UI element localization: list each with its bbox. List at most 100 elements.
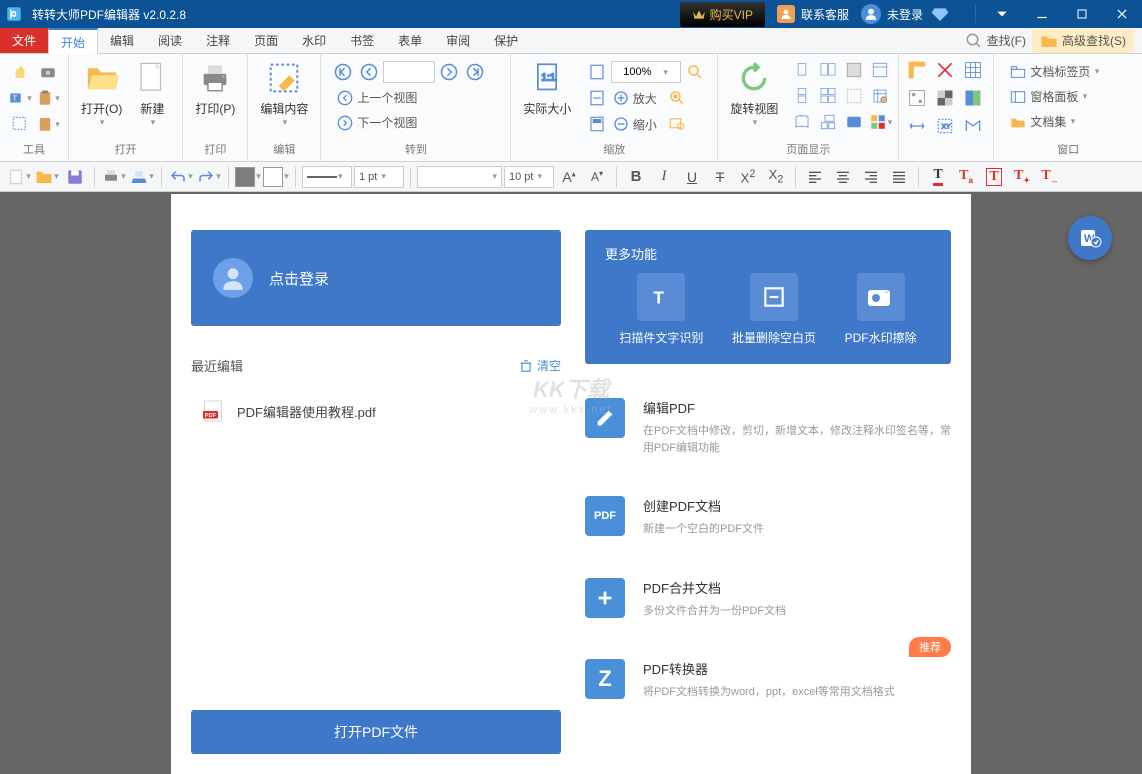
page-layout2-icon[interactable] xyxy=(868,58,892,82)
last-page-icon[interactable] xyxy=(463,60,487,84)
font-color-icon[interactable]: T xyxy=(925,165,951,189)
continuous-icon[interactable] xyxy=(790,84,814,108)
grid2-icon[interactable] xyxy=(961,58,985,82)
new-button[interactable]: 新建▾ xyxy=(128,58,176,130)
close-button[interactable] xyxy=(1102,0,1142,28)
fit-width-icon[interactable] xyxy=(585,86,609,110)
reading-mode-icon[interactable] xyxy=(790,110,814,134)
action-merge-pdf[interactable]: PDF合并文档多份文件合并为一份PDF文档 xyxy=(585,578,951,620)
actual-size-button[interactable]: 1:1 实际大小 xyxy=(517,58,577,119)
feature-blank-pages[interactable]: 批量删除空白页 xyxy=(732,273,816,346)
menu-tab-bookmark[interactable]: 书签 xyxy=(338,28,386,53)
ruler-icon[interactable] xyxy=(905,58,929,82)
menu-tab-page[interactable]: 页面 xyxy=(242,28,290,53)
rotate-view-button[interactable]: 旋转视图▾ xyxy=(724,58,784,130)
save-icon[interactable] xyxy=(62,165,88,189)
buy-vip-button[interactable]: 购买VIP xyxy=(680,2,765,27)
zoom-in-button[interactable]: 放大 xyxy=(611,87,662,110)
zoom-out-button[interactable]: 缩小 xyxy=(611,113,662,136)
marquee-zoom-icon[interactable] xyxy=(683,60,707,84)
open-folder-icon[interactable]: ▾ xyxy=(34,165,60,189)
font-family-combo[interactable]: ▾ xyxy=(417,166,502,188)
print-button[interactable]: 打印(P) xyxy=(189,58,241,119)
clipboard-icon[interactable]: ▾ xyxy=(36,86,60,110)
color-sample-icon[interactable] xyxy=(961,86,985,110)
next-view-button[interactable]: 下一个视图 xyxy=(331,111,487,134)
guides-icon[interactable] xyxy=(933,58,957,82)
print2-icon[interactable]: ▾ xyxy=(101,165,127,189)
feature-watermark[interactable]: ~ PDF水印擦除 xyxy=(845,273,917,346)
distance-tool-icon[interactable] xyxy=(905,114,929,138)
login-status-button[interactable]: 未登录 xyxy=(861,4,949,24)
align-justify-icon[interactable] xyxy=(886,165,912,189)
select-annotation-icon[interactable] xyxy=(8,112,32,136)
word-export-float-button[interactable]: W xyxy=(1068,216,1112,260)
menu-tab-annotate[interactable]: 注释 xyxy=(194,28,242,53)
minimize-button[interactable] xyxy=(1022,0,1062,28)
maximize-button[interactable] xyxy=(1062,0,1102,28)
grid-icon[interactable] xyxy=(868,84,892,108)
show-gaps-icon[interactable] xyxy=(842,84,866,108)
advanced-find-button[interactable]: 高级查找(S) xyxy=(1032,29,1134,53)
recent-file-item[interactable]: PDF PDF编辑器使用教程.pdf xyxy=(191,399,561,423)
font-size-combo[interactable]: 10 pt ▾ xyxy=(504,166,554,188)
page-layout-icon[interactable] xyxy=(842,58,866,82)
action-edit-pdf[interactable]: 编辑PDF在PDF文档中修改，剪切，新增文本，修改注释水印签名等，常用PDF编辑… xyxy=(585,398,951,456)
subscript-icon[interactable]: X2 xyxy=(763,165,789,189)
panel-button[interactable]: 窗格面板 ▾ xyxy=(1004,85,1132,108)
text-select-icon[interactable]: T▾ xyxy=(8,86,32,110)
align-right-icon[interactable] xyxy=(858,165,884,189)
continuous-facing-icon[interactable] xyxy=(816,84,840,108)
open-pdf-button[interactable]: 打开PDF文件 xyxy=(191,710,561,754)
prev-page-icon[interactable] xyxy=(357,60,381,84)
menu-tab-read[interactable]: 阅读 xyxy=(146,28,194,53)
italic-icon[interactable]: I xyxy=(651,165,677,189)
fit-visible-icon[interactable] xyxy=(585,112,609,136)
stroke-color-swatch[interactable]: ▾ xyxy=(263,165,289,189)
magnifier-icon[interactable] xyxy=(665,86,689,110)
snapshot-icon[interactable] xyxy=(36,60,60,84)
line-style-combo[interactable]: ▾ xyxy=(302,166,352,188)
redo-icon[interactable]: ▾ xyxy=(196,165,222,189)
menu-tab-file[interactable]: 文件 xyxy=(0,28,48,53)
menu-tab-start[interactable]: 开始 xyxy=(48,28,98,54)
highlight-icon[interactable]: Ta xyxy=(953,165,979,189)
underline-icon[interactable]: U xyxy=(679,165,705,189)
bold-icon[interactable]: B xyxy=(623,165,649,189)
menu-tab-edit[interactable]: 编辑 xyxy=(98,28,146,53)
single-page-icon[interactable] xyxy=(790,58,814,82)
thumbnail-icon[interactable]: ▾ xyxy=(868,110,892,134)
zoom-level-input[interactable]: ▾ xyxy=(611,61,681,83)
cover-icon[interactable] xyxy=(816,110,840,134)
login-card-button[interactable]: 点击登录 xyxy=(191,230,561,326)
open-button[interactable]: 打开(O)▾ xyxy=(75,58,128,130)
superscript-icon[interactable]: X2 xyxy=(735,165,761,189)
area-tool-icon[interactable]: XY xyxy=(933,114,957,138)
strikethrough-icon[interactable]: T xyxy=(707,165,733,189)
undo-icon[interactable]: ▾ xyxy=(168,165,194,189)
menu-tab-protect[interactable]: 保护 xyxy=(482,28,530,53)
clipboard2-icon[interactable]: ▾ xyxy=(36,112,60,136)
stroke-width-combo[interactable]: 1 pt ▾ xyxy=(354,166,404,188)
text-spacing-icon[interactable]: T↔ xyxy=(1037,165,1063,189)
menu-tab-form[interactable]: 表单 xyxy=(386,28,434,53)
contact-support-button[interactable]: 联系客服 xyxy=(777,5,849,23)
hand-tool-icon[interactable] xyxy=(8,60,32,84)
transparency-grid-icon[interactable] xyxy=(933,86,957,110)
action-convert-pdf[interactable]: 推荐 Z PDF转换器将PDF文档转换为word，ppt，excel等常用文档格… xyxy=(585,659,951,701)
fullscreen-icon[interactable] xyxy=(842,110,866,134)
page-number-input[interactable] xyxy=(383,61,435,83)
feature-ocr[interactable]: T 扫描件文字识别 xyxy=(619,273,703,346)
edit-content-button[interactable]: 编辑内容▾ xyxy=(254,58,314,130)
facing-icon[interactable] xyxy=(816,58,840,82)
snap-icon[interactable] xyxy=(905,86,929,110)
prev-view-button[interactable]: 上一个视图 xyxy=(331,86,487,109)
doc-tab-button[interactable]: 文档标签页 ▾ xyxy=(1004,60,1132,83)
text-style-icon[interactable]: T xyxy=(981,165,1007,189)
loupe-icon[interactable] xyxy=(665,112,689,136)
fit-page-icon[interactable] xyxy=(585,60,609,84)
next-page-icon[interactable] xyxy=(437,60,461,84)
new-doc-icon[interactable]: ▾ xyxy=(6,165,32,189)
align-center-icon[interactable] xyxy=(830,165,856,189)
find-button[interactable]: 查找(F) xyxy=(959,32,1032,50)
